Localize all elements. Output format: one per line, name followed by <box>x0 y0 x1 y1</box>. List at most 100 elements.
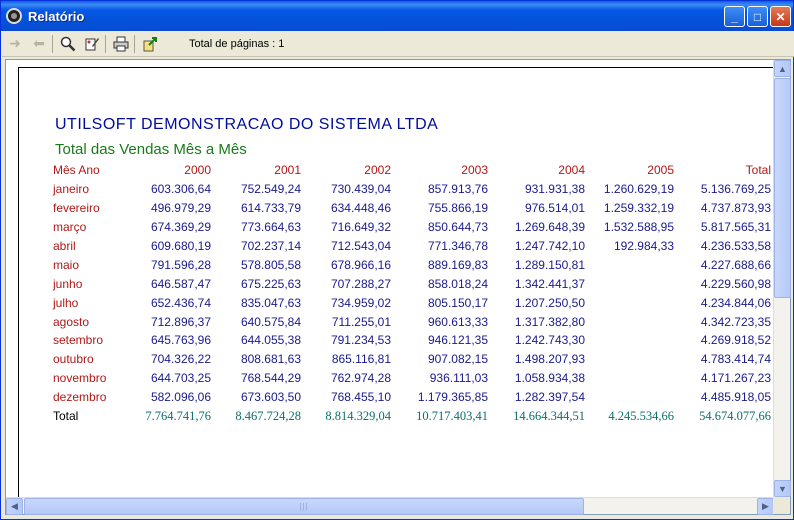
value-cell: 678.966,16 <box>330 257 391 272</box>
value-cell: 711.255,01 <box>331 314 391 329</box>
table-row: novembro 644.703,25 768.544,29 762.974,28 93… <box>49 369 771 388</box>
table-row: março 674.369,29 773.664,63 716.649,32 850.6… <box>49 218 771 237</box>
value-cell <box>585 350 674 369</box>
value-cell: 1.259.332,19 <box>603 201 674 216</box>
value-cell: 931.931,38 <box>524 182 585 197</box>
value-cell: 907.082,15 <box>427 352 488 367</box>
scroll-right-button[interactable]: ▶ <box>757 498 774 515</box>
row-total-cell: 5.817.565,31 <box>700 220 771 235</box>
scroll-corner <box>773 497 790 514</box>
row-total-cell: 4.234.844,06 <box>700 295 771 310</box>
value-cell: 712.543,04 <box>330 239 391 253</box>
vertical-scrollbar[interactable]: ▲ ▼ <box>773 60 791 497</box>
month-cell: setembro <box>53 333 104 348</box>
value-cell: 1.282.397,54 <box>514 390 585 405</box>
report-page: UTILSOFT DEMONSTRACAO DO SISTEMA LTDA To… <box>18 67 776 499</box>
table-row: maio 791.596,28 578.805,58 678.966,16 889.16… <box>49 255 771 274</box>
value-cell: 582.096,06 <box>150 390 211 405</box>
title-bar[interactable]: Relatório _ □ ✕ <box>1 1 793 31</box>
value-cell: 752.549,24 <box>240 182 301 197</box>
report-viewport[interactable]: UTILSOFT DEMONSTRACAO DO SISTEMA LTDA To… <box>5 59 791 515</box>
value-cell: 704.326,22 <box>150 352 211 367</box>
value-cell: 646.587,47 <box>150 276 211 291</box>
toolbar: ➜ ⬅ Total de páginas : 1 <box>2 31 794 57</box>
scroll-down-button[interactable]: ▼ <box>774 480 791 497</box>
value-cell: 578.805,58 <box>240 257 301 272</box>
value-cell: 707.288,27 <box>330 276 391 291</box>
row-total-cell: 4.485.918,05 <box>700 390 771 405</box>
value-cell: 674.369,29 <box>150 220 211 235</box>
header-year: 2005 <box>647 163 674 178</box>
close-button[interactable]: ✕ <box>770 6 791 27</box>
export-icon[interactable] <box>139 33 161 55</box>
value-cell: 1.317.382,80 <box>514 314 585 329</box>
total-cell: 8.814.329,04 <box>325 408 391 423</box>
month-cell: novembro <box>53 371 107 386</box>
previous-page-icon[interactable]: ⬅ <box>28 33 50 55</box>
value-cell: 1.247.742,10 <box>514 239 585 253</box>
month-cell: junho <box>53 276 83 291</box>
value-cell: 858.018,24 <box>427 276 488 291</box>
value-cell: 634.448,46 <box>330 201 391 216</box>
table-row: agosto 712.896,37 640.575,84 711.255,01 960.… <box>49 312 771 331</box>
table-row: dezembro 582.096,06 673.603,50 768.455,10 1.… <box>49 388 771 407</box>
maximize-button[interactable]: □ <box>747 6 768 27</box>
value-cell: 976.514,01 <box>524 201 585 216</box>
zoom-icon[interactable] <box>57 33 79 55</box>
header-year: 2002 <box>364 163 391 178</box>
company-name: UTILSOFT DEMONSTRACAO DO SISTEMA LTDA <box>55 116 439 133</box>
month-cell: abril <box>53 239 76 253</box>
value-cell <box>585 312 674 331</box>
row-total-cell: 4.229.560,98 <box>700 276 771 291</box>
value-cell: 1.269.648,39 <box>514 220 585 235</box>
value-cell: 771.346,78 <box>427 239 488 253</box>
value-cell: 835.047,63 <box>240 295 301 310</box>
horizontal-scrollbar[interactable]: ◀ ||| ▶ <box>6 497 774 515</box>
value-cell: 1.207.250,50 <box>514 295 585 310</box>
row-total-cell: 4.783.414,74 <box>700 352 771 367</box>
month-cell: outubro <box>53 352 94 367</box>
next-page-icon[interactable]: ➜ <box>4 33 26 55</box>
row-total-cell: 4.342.723,35 <box>700 314 771 329</box>
month-cell: agosto <box>53 314 90 329</box>
month-cell: maio <box>53 257 80 272</box>
table-header-row: Mês Ano 2000 2001 2002 2003 2004 2005 To… <box>49 161 771 180</box>
print-icon[interactable] <box>110 33 132 55</box>
vertical-scroll-thumb[interactable] <box>774 78 791 298</box>
value-cell: 755.866,19 <box>427 201 488 216</box>
value-cell: 652.436,74 <box>150 295 211 310</box>
total-pages-label: Total de páginas : 1 <box>189 37 285 50</box>
minimize-button[interactable]: _ <box>724 6 745 27</box>
header-year: 2001 <box>274 163 301 178</box>
header-year: 2000 <box>184 163 211 178</box>
value-cell: 603.306,64 <box>150 182 211 197</box>
month-cell: março <box>53 220 87 235</box>
window-title: Relatório <box>28 8 85 24</box>
app-icon <box>6 8 22 24</box>
scroll-up-button[interactable]: ▲ <box>774 60 791 77</box>
month-cell: janeiro <box>53 182 90 197</box>
value-cell: 712.896,37 <box>150 314 211 329</box>
row-total-cell: 4.269.918,52 <box>700 333 771 348</box>
table-row: julho 652.436,74 835.047,63 734.959,02 805.1… <box>49 293 771 312</box>
value-cell: 960.613,33 <box>427 314 488 329</box>
value-cell: 1.242.743,30 <box>514 333 585 348</box>
total-cell: 14.664.344,51 <box>513 408 585 423</box>
total-cell: 4.245.534,66 <box>608 408 674 423</box>
horizontal-scroll-thumb[interactable]: ||| <box>24 498 584 515</box>
value-cell: 1.342.441,37 <box>514 276 585 291</box>
value-cell: 1.532.588,95 <box>603 220 674 235</box>
value-cell <box>585 369 674 388</box>
value-cell: 1.058.934,38 <box>514 371 585 386</box>
toolbar-separator <box>52 34 53 53</box>
setup-icon[interactable] <box>81 33 103 55</box>
report-window: Relatório _ □ ✕ ➜ ⬅ Total de páginas : 1… <box>0 0 794 520</box>
month-cell: dezembro <box>53 390 107 405</box>
scroll-left-button[interactable]: ◀ <box>6 498 23 515</box>
value-cell: 1.260.629,19 <box>603 182 674 197</box>
value-cell: 865.116,81 <box>331 352 391 367</box>
header-month-year: Mês Ano <box>53 163 100 178</box>
total-cell: 8.467.724,28 <box>235 408 301 423</box>
value-cell <box>585 255 674 274</box>
total-label: Total <box>53 409 79 424</box>
